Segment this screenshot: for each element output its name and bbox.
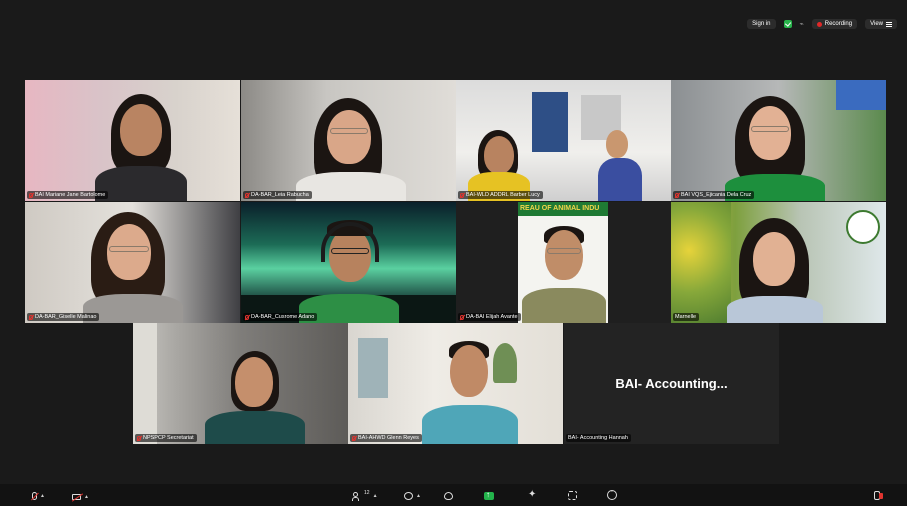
chat-caret-icon[interactable]: ▲	[416, 493, 421, 499]
banner-text: REAU OF ANIMAL INDU	[520, 205, 600, 212]
video-tile[interactable]: DA-BAR_Giselle Malinao	[25, 202, 240, 323]
participant-name-tag: BAI Mariane Jane Bartolome	[27, 191, 109, 199]
ai-companion-icon	[528, 489, 537, 500]
participant-name-tag: BAI VQS_Ejicania Dela Cruz	[673, 191, 755, 199]
mic-muted-icon	[460, 314, 464, 320]
logo-seal-icon	[846, 210, 880, 244]
top-bar: Sign in ⌁ Recording View	[747, 17, 897, 31]
video-off-display-name: BAI- Accounting...	[615, 376, 728, 391]
participant-name-tag: NPSPCP Secretariat	[135, 434, 197, 442]
video-tile[interactable]: BAI Mariane Jane Bartolome	[25, 80, 240, 201]
view-button[interactable]: View	[865, 19, 897, 29]
apps-icon	[568, 491, 577, 500]
share-button[interactable]	[484, 490, 494, 500]
more-button[interactable]	[607, 488, 617, 500]
participant-name: BAI- Accounting Hannah	[568, 435, 628, 441]
participant-name-tag: BAI-AHWD Glenn Reyes	[350, 434, 422, 442]
participant-name: DA-BAR_Leia Rabucha	[251, 192, 309, 198]
participant-name-tag: DA-BAR_Giselle Malinao	[27, 313, 100, 321]
meeting-window: Sign in ⌁ Recording View BAI Mariane Jan…	[0, 0, 907, 506]
participant-name: BAI VQS_Ejicania Dela Cruz	[681, 192, 752, 198]
participant-name: BAI-AHWD Glenn Reyes	[358, 435, 419, 441]
leave-button[interactable]	[874, 491, 883, 500]
microphone-muted-icon	[32, 492, 37, 500]
participants-count: 12	[364, 490, 370, 496]
ai-companion-button[interactable]	[528, 489, 537, 500]
video-tile[interactable]: REAU OF ANIMAL INDU DA-BAI Elijah Avante	[456, 202, 671, 323]
participant-name: Marnelle	[675, 314, 697, 320]
video-off-tile[interactable]: BAI- Accounting... BAI- Accounting Hanna…	[564, 323, 779, 444]
video-tile[interactable]: NPSPCP Secretariat	[133, 323, 348, 444]
participant-name: BAI Mariane Jane Bartolome	[35, 192, 106, 198]
mic-muted-icon	[245, 314, 249, 320]
video-tile-active-speaker[interactable]: Marnelle	[671, 202, 886, 323]
video-tile[interactable]: BAI-WLD ADDRL Barber Lucy	[456, 80, 671, 201]
view-grid-icon	[886, 21, 892, 27]
mic-muted-icon	[460, 192, 464, 198]
participants-button[interactable]: 12 ▲	[352, 490, 378, 501]
video-tile[interactable]: DA-BAR_Cusrome Adano	[241, 202, 456, 323]
participants-caret-icon[interactable]: ▲	[373, 493, 378, 499]
participant-name: DA-BAR_Giselle Malinao	[35, 314, 97, 320]
participant-name-tag: DA-BAR_Cusrome Adano	[243, 313, 318, 321]
apps-button[interactable]	[568, 491, 577, 500]
more-icon	[607, 488, 617, 500]
chat-button[interactable]: ▲	[404, 492, 421, 500]
camera-off-icon	[72, 494, 81, 500]
mic-muted-icon	[137, 435, 141, 441]
sign-in-button[interactable]: Sign in	[747, 19, 776, 29]
participant-name-tag: BAI- Accounting Hannah	[566, 434, 631, 442]
recording-dot-icon	[816, 21, 822, 27]
video-tile[interactable]: BAI-AHWD Glenn Reyes	[348, 323, 563, 444]
react-heart-icon	[444, 492, 453, 500]
meeting-toolbar: ▲ ▲ 12 ▲ ▲	[0, 484, 907, 506]
recording-label: Recording	[824, 21, 853, 27]
participant-name-tag: Marnelle	[673, 313, 700, 321]
mic-muted-icon	[29, 192, 33, 198]
participants-icon	[352, 492, 361, 501]
audio-options-caret-icon[interactable]: ▲	[40, 493, 45, 499]
participant-name: NPSPCP Secretariat	[143, 435, 194, 441]
video-tile[interactable]: BAI VQS_Ejicania Dela Cruz	[671, 80, 886, 201]
participant-name-tag: DA-BAI Elijah Avante	[458, 313, 521, 321]
mic-muted-icon	[352, 435, 356, 441]
share-screen-icon	[484, 490, 494, 500]
chat-icon	[404, 492, 413, 500]
react-button[interactable]	[444, 492, 453, 500]
signal-icon[interactable]: ⌁	[800, 20, 804, 28]
video-button[interactable]: ▲	[72, 494, 89, 500]
participant-name-tag: DA-BAR_Leia Rabucha	[243, 191, 312, 199]
participant-name: DA-BAR_Cusrome Adano	[251, 314, 315, 320]
encryption-shield-icon[interactable]	[783, 20, 792, 28]
mic-muted-icon	[675, 192, 679, 198]
mic-muted-icon	[245, 192, 249, 198]
leave-meeting-icon	[874, 491, 883, 500]
participant-name-tag: BAI-WLD ADDRL Barber Lucy	[458, 191, 543, 199]
participant-name: DA-BAI Elijah Avante	[466, 314, 518, 320]
recording-indicator[interactable]: Recording	[811, 19, 858, 29]
sign-in-label: Sign in	[752, 21, 771, 27]
audio-button[interactable]: ▲	[32, 492, 45, 500]
video-tile[interactable]: DA-BAR_Leia Rabucha	[241, 80, 456, 201]
video-options-caret-icon[interactable]: ▲	[84, 494, 89, 500]
view-label: View	[870, 21, 883, 27]
mic-muted-icon	[29, 314, 33, 320]
participant-name: BAI-WLD ADDRL Barber Lucy	[466, 192, 540, 198]
